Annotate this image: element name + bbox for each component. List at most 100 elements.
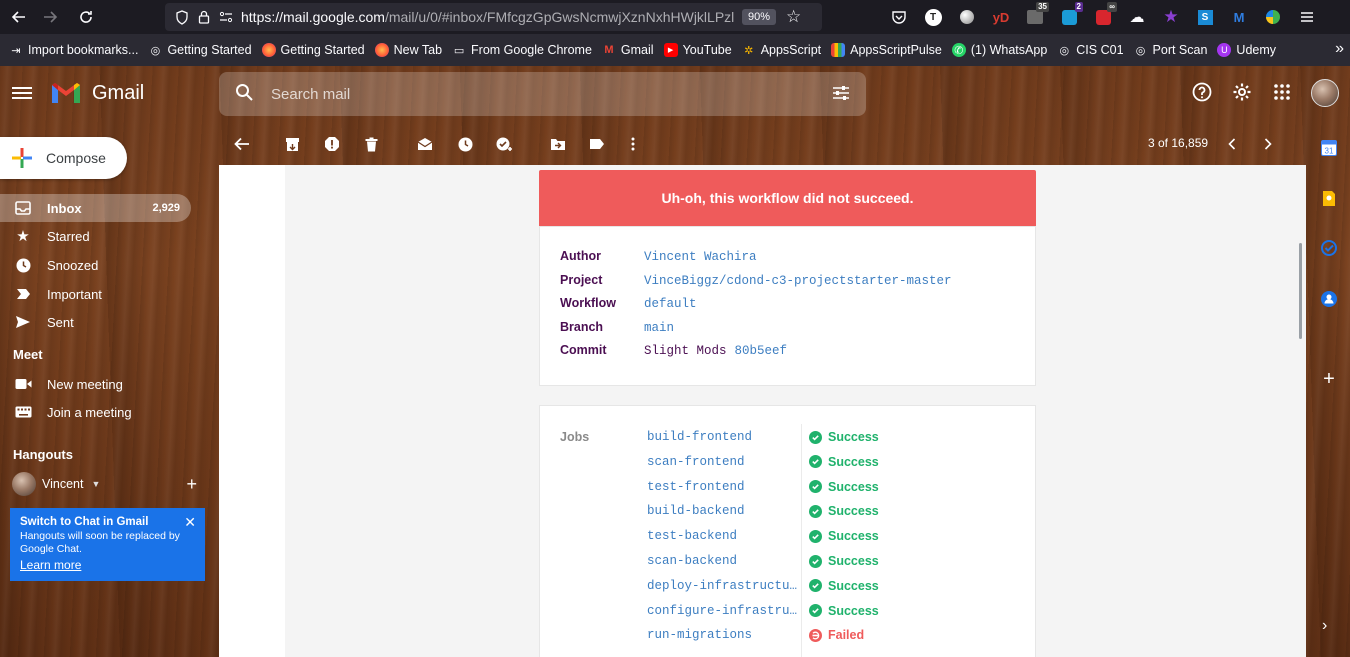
nav-item-sent[interactable]: Sent (0, 308, 210, 336)
back-to-inbox-icon[interactable] (230, 132, 254, 156)
back-icon[interactable] (4, 2, 34, 32)
bookmark-cis-c01[interactable]: ◎ CIS C01 (1052, 43, 1128, 57)
mark-unread-icon[interactable] (413, 132, 437, 156)
main-menu-icon[interactable] (12, 84, 32, 104)
label-tag-icon[interactable] (585, 132, 609, 156)
search-input[interactable] (271, 85, 811, 103)
account-avatar[interactable] (1311, 79, 1339, 107)
chevron-down-icon[interactable]: ▼ (91, 479, 100, 489)
detail-branch: Branch main (560, 320, 674, 335)
nav-item-join-meeting[interactable]: Join a meeting (0, 398, 210, 426)
bookmark-star-icon[interactable]: ☆ (786, 7, 801, 27)
url-bar[interactable]: https://mail.google.com/mail/u/0/#inbox/… (165, 3, 822, 31)
bookmark-youtube[interactable]: ▶ YouTube (659, 43, 737, 57)
bookmark-appsscriptpulse[interactable]: AppsScriptPulse (826, 43, 947, 57)
nav-item-new-meeting[interactable]: New meeting (0, 370, 210, 398)
get-addons-plus-icon[interactable]: + (1320, 368, 1338, 390)
menu-icon[interactable] (1294, 4, 1320, 30)
close-icon[interactable]: ✕ (184, 514, 196, 531)
star-extension-icon[interactable]: ★ (1158, 4, 1184, 30)
bookmark-from-chrome[interactable]: ▭ From Google Chrome (447, 43, 597, 57)
move-to-folder-icon[interactable] (546, 132, 570, 156)
job-name-link[interactable]: deploy-infrastructure (647, 579, 802, 593)
yd-extension-icon[interactable]: yD (988, 4, 1014, 30)
forward-icon[interactable] (35, 2, 65, 32)
job-status-success: Success (809, 529, 879, 543)
m-extension-icon[interactable]: M (1226, 4, 1252, 30)
s-extension-icon[interactable]: S (1192, 4, 1218, 30)
nav-item-starred[interactable]: ★ Starred (0, 222, 210, 250)
job-name-link[interactable]: configure-infrastructure (647, 604, 802, 618)
settings-gear-icon[interactable] (1230, 80, 1254, 104)
detail-commit: Commit Slight Mods 80b5eef (560, 343, 787, 358)
pocket-icon[interactable] (886, 4, 912, 30)
workflow-link[interactable]: default (644, 297, 697, 311)
url-text[interactable]: https://mail.google.com/mail/u/0/#inbox/… (241, 9, 736, 25)
author-link[interactable]: Vincent Wachira (644, 250, 757, 264)
job-name-link[interactable]: build-backend (647, 504, 802, 518)
job-name-link[interactable]: run-migrations (647, 628, 802, 642)
bookmark-getting-started-2[interactable]: Getting Started (257, 43, 370, 57)
bookmark-udemy[interactable]: U Udemy (1212, 43, 1281, 57)
nav-item-inbox[interactable]: Inbox 2,929 (0, 194, 191, 222)
search-icon[interactable] (235, 83, 257, 106)
extension-infinity-icon[interactable]: ∞ (1090, 2, 1117, 30)
job-name-link[interactable]: scan-frontend (647, 455, 802, 469)
nav-item-important[interactable]: Important (0, 280, 210, 308)
job-name-link[interactable]: scan-backend (647, 554, 802, 568)
keep-icon[interactable] (1320, 189, 1338, 207)
apps-grid-icon[interactable] (1270, 80, 1294, 104)
report-spam-icon[interactable] (320, 132, 344, 156)
message-scrollbar[interactable] (1299, 243, 1302, 339)
reload-icon[interactable] (71, 2, 101, 32)
contacts-icon[interactable] (1320, 290, 1338, 308)
project-link[interactable]: VinceBiggz/cdond-c3-projectstarter-maste… (644, 274, 952, 288)
learn-more-link[interactable]: Learn more (20, 558, 81, 572)
bookmarks-overflow-icon[interactable]: » (1335, 40, 1344, 58)
hangouts-user[interactable]: Vincent ▼ + (12, 472, 197, 496)
bookmark-port-scan[interactable]: ◎ Port Scan (1129, 43, 1213, 57)
help-icon[interactable] (1190, 80, 1214, 104)
permissions-icon[interactable] (215, 11, 237, 23)
branch-link[interactable]: main (644, 321, 674, 335)
shield-icon[interactable] (171, 9, 193, 25)
job-name-link[interactable]: test-frontend (647, 480, 802, 494)
tasks-icon[interactable] (1320, 239, 1338, 257)
nav-item-snoozed[interactable]: Snoozed (0, 251, 210, 279)
search-options-icon[interactable] (832, 84, 850, 107)
bookmark-import[interactable]: ⇥ Import bookmarks... (4, 43, 143, 57)
side-panel-expand-chevron-icon[interactable]: › (1322, 617, 1327, 635)
add-to-tasks-icon[interactable] (493, 132, 517, 156)
calendar-icon[interactable]: 31 (1320, 138, 1338, 156)
zoom-level-badge[interactable]: 90% (742, 9, 777, 25)
bookmark-gmail[interactable]: M Gmail (597, 43, 659, 57)
job-status-success: Success (809, 430, 879, 444)
job-status-label: Success (828, 603, 879, 618)
leaf-extension-icon[interactable] (1260, 4, 1286, 30)
success-status-icon (809, 579, 822, 593)
compose-button[interactable]: Compose (0, 137, 127, 179)
cloud-extension-icon[interactable]: ☁ (1124, 4, 1150, 30)
snooze-clock-icon[interactable] (453, 132, 477, 156)
bookmark-getting-started-1[interactable]: ◎ Getting Started (143, 43, 256, 57)
bookmark-label: Udemy (1236, 43, 1277, 57)
gmail-logo[interactable]: Gmail (50, 81, 144, 105)
more-options-icon[interactable] (621, 132, 645, 156)
newer-chevron-left-icon[interactable] (1220, 132, 1244, 156)
extension-35-icon[interactable]: 35 (1022, 2, 1049, 30)
job-name-link[interactable]: test-backend (647, 529, 802, 543)
search-bar[interactable] (219, 72, 866, 116)
bookmark-new-tab[interactable]: New Tab (370, 43, 447, 57)
lock-icon[interactable] (193, 10, 215, 24)
older-chevron-right-icon[interactable] (1256, 132, 1280, 156)
cursor-extension-icon[interactable] (954, 4, 980, 30)
add-contact-icon[interactable]: + (186, 474, 197, 495)
commit-hash-link[interactable]: 80b5eef (735, 344, 788, 358)
bookmark-appsscript[interactable]: ✲ AppsScript (737, 43, 826, 57)
bookmark-whatsapp[interactable]: ✆ (1) WhatsApp (947, 43, 1052, 57)
archive-icon[interactable] (280, 132, 304, 156)
job-name-link[interactable]: build-frontend (647, 430, 802, 444)
delete-trash-icon[interactable] (359, 132, 383, 156)
t-extension-icon[interactable]: T (920, 4, 946, 30)
extension-2-icon[interactable]: 2 (1056, 2, 1083, 30)
